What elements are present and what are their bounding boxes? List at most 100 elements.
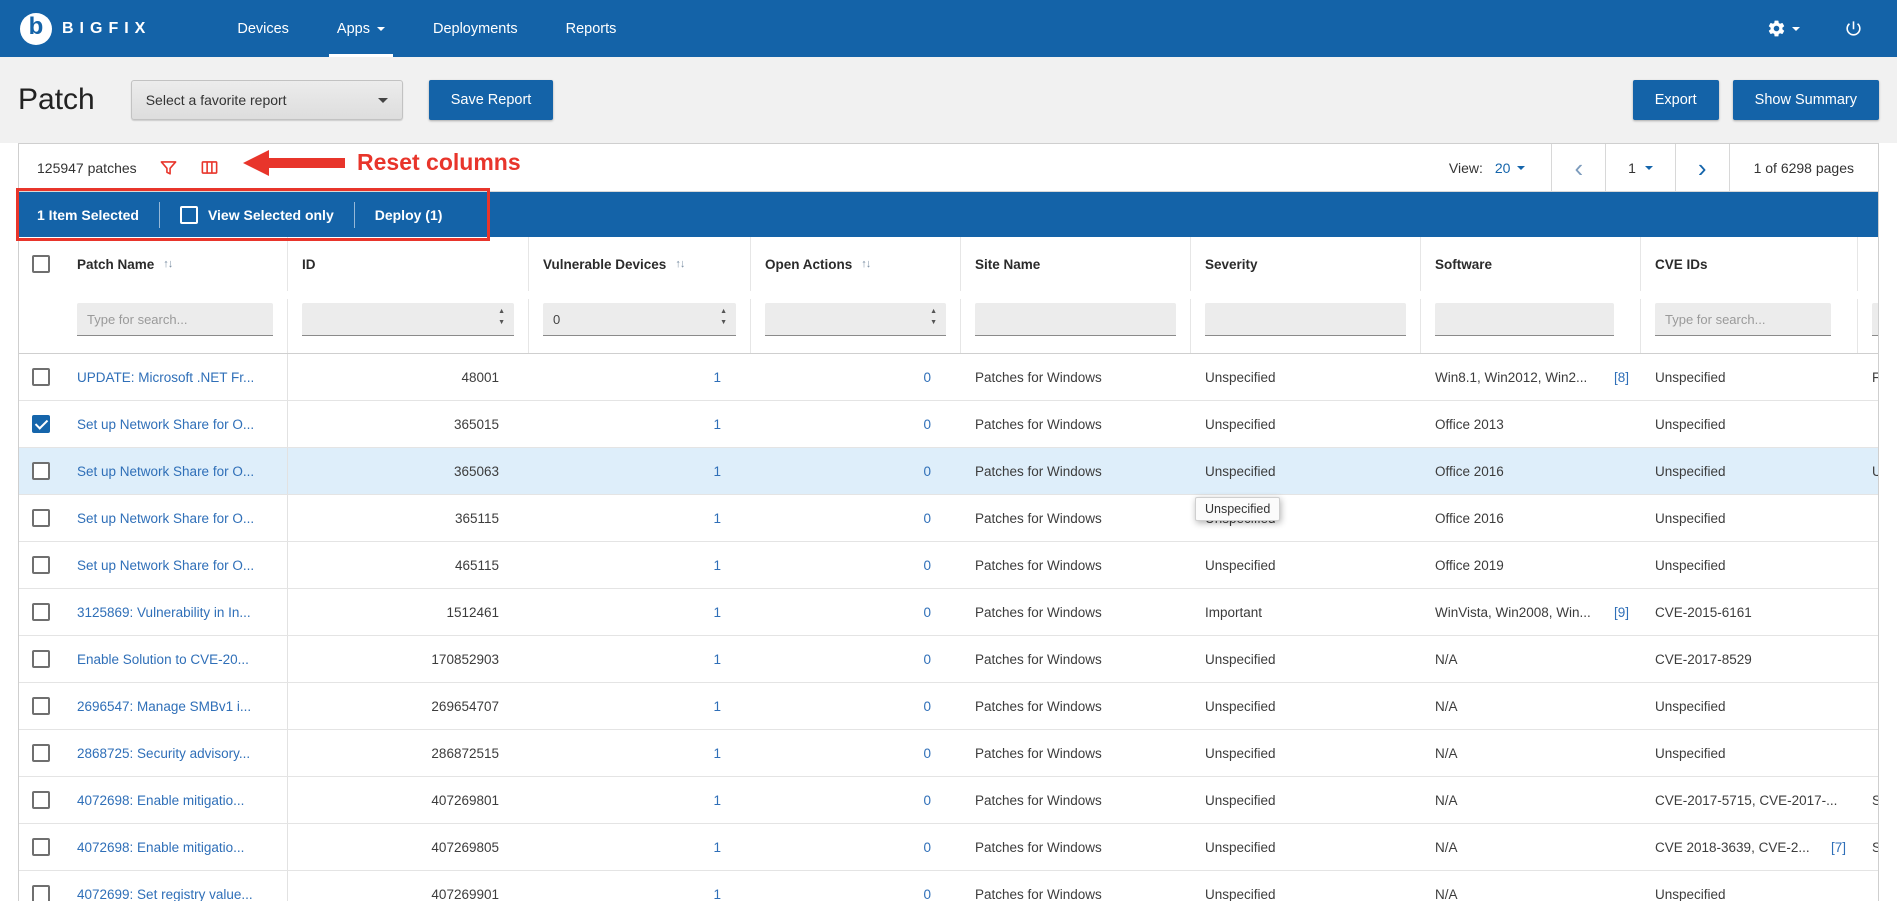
nav-reports[interactable]: Reports	[542, 0, 641, 57]
stepper-down-icon[interactable]: ▼	[498, 319, 505, 326]
table-row[interactable]: 2868725: Security advisory... 286872515 …	[19, 730, 1878, 777]
open-actions-link[interactable]: 0	[751, 793, 931, 808]
row-checkbox[interactable]	[32, 838, 50, 856]
patch-name-filter-input[interactable]	[77, 303, 273, 336]
view-selected-only-toggle[interactable]: View Selected only	[180, 206, 334, 224]
deploy-button[interactable]: Deploy (1)	[375, 207, 443, 223]
row-checkbox[interactable]	[32, 603, 50, 621]
reset-columns-button[interactable]	[200, 158, 219, 177]
open-actions-link[interactable]: 0	[751, 699, 931, 714]
vulnerable-devices-link[interactable]: 1	[529, 558, 721, 573]
row-checkbox[interactable]	[32, 462, 50, 480]
patch-name-link[interactable]: Set up Network Share for O...	[77, 558, 254, 573]
sort-icon[interactable]: ↑↓	[163, 258, 172, 270]
patch-name-link[interactable]: Enable Solution to CVE-20...	[77, 652, 249, 667]
open-actions-link[interactable]: 0	[751, 887, 931, 901]
stepper-down-icon[interactable]: ▼	[930, 319, 937, 326]
clear-filters-button[interactable]	[159, 158, 178, 177]
row-checkbox[interactable]	[32, 368, 50, 386]
settings-menu-button[interactable]	[1767, 19, 1800, 38]
vulnerable-devices-link[interactable]: 1	[529, 370, 721, 385]
nav-devices[interactable]: Devices	[213, 0, 313, 57]
show-summary-button[interactable]: Show Summary	[1733, 80, 1879, 120]
patch-name-link[interactable]: 4072698: Enable mitigatio...	[77, 840, 244, 855]
table-row[interactable]: 4072698: Enable mitigatio... 407269801 1…	[19, 777, 1878, 824]
row-checkbox[interactable]	[32, 415, 50, 433]
patch-name-link[interactable]: Set up Network Share for O...	[77, 417, 254, 432]
severity-filter-input[interactable]	[1205, 303, 1406, 336]
number-stepper[interactable]: ▲ ▼	[720, 308, 727, 326]
stepper-down-icon[interactable]: ▼	[720, 319, 727, 326]
patch-name-link[interactable]: Set up Network Share for O...	[77, 511, 254, 526]
id-filter-input[interactable]	[302, 303, 514, 336]
table-row[interactable]: Enable Solution to CVE-20... 170852903 1…	[19, 636, 1878, 683]
vulnerable-devices-link[interactable]: 1	[529, 840, 721, 855]
open-actions-link[interactable]: 0	[751, 464, 931, 479]
logout-button[interactable]	[1844, 19, 1863, 38]
vulnerable-devices-link[interactable]: 1	[529, 793, 721, 808]
vulnerable-devices-link[interactable]: 1	[529, 746, 721, 761]
partial-filter-input[interactable]	[1872, 303, 1879, 336]
software-more-link[interactable]: [8]	[1614, 370, 1629, 385]
table-row[interactable]: Set up Network Share for O... 365115 1 0…	[19, 495, 1878, 542]
row-checkbox[interactable]	[32, 556, 50, 574]
number-stepper[interactable]: ▲ ▼	[930, 308, 937, 326]
open-actions-link[interactable]: 0	[751, 605, 931, 620]
page-size-select[interactable]: 20	[1495, 160, 1526, 176]
vulnerable-devices-filter-input[interactable]	[543, 303, 736, 336]
open-actions-link[interactable]: 0	[751, 840, 931, 855]
row-checkbox[interactable]	[32, 650, 50, 668]
sort-icon[interactable]: ↑↓	[675, 258, 684, 270]
patch-name-link[interactable]: 3125869: Vulnerability in In...	[77, 605, 251, 620]
cve-ids-filter-input[interactable]	[1655, 303, 1831, 336]
open-actions-link[interactable]: 0	[751, 511, 931, 526]
nav-apps[interactable]: Apps	[313, 0, 409, 57]
open-actions-link[interactable]: 0	[751, 417, 931, 432]
export-button[interactable]: Export	[1633, 80, 1719, 120]
open-actions-link[interactable]: 0	[751, 370, 931, 385]
table-row[interactable]: Set up Network Share for O... 365063 1 0…	[19, 448, 1878, 495]
sort-icon[interactable]: ↑↓	[861, 258, 870, 270]
patch-name-link[interactable]: UPDATE: Microsoft .NET Fr...	[77, 370, 254, 385]
next-page-button[interactable]: ›	[1675, 144, 1729, 191]
stepper-up-icon[interactable]: ▲	[720, 308, 727, 315]
vulnerable-devices-link[interactable]: 1	[529, 511, 721, 526]
vulnerable-devices-link[interactable]: 1	[529, 417, 721, 432]
row-checkbox[interactable]	[32, 509, 50, 527]
open-actions-link[interactable]: 0	[751, 558, 931, 573]
cve-more-link[interactable]: [7]	[1831, 840, 1846, 855]
site-name-filter-input[interactable]	[975, 303, 1176, 336]
patch-name-link[interactable]: 4072699: Set registry value...	[77, 887, 253, 901]
software-more-link[interactable]: [9]	[1614, 605, 1629, 620]
page-number-select[interactable]: 1	[1605, 144, 1675, 191]
stepper-up-icon[interactable]: ▲	[498, 308, 505, 315]
stepper-up-icon[interactable]: ▲	[930, 308, 937, 315]
open-actions-link[interactable]: 0	[751, 746, 931, 761]
patch-name-link[interactable]: 4072698: Enable mitigatio...	[77, 793, 244, 808]
row-checkbox[interactable]	[32, 744, 50, 762]
vulnerable-devices-link[interactable]: 1	[529, 652, 721, 667]
table-row[interactable]: 4072698: Enable mitigatio... 407269805 1…	[19, 824, 1878, 871]
open-actions-link[interactable]: 0	[751, 652, 931, 667]
table-row[interactable]: Set up Network Share for O... 465115 1 0…	[19, 542, 1878, 589]
vulnerable-devices-link[interactable]: 1	[529, 699, 721, 714]
prev-page-button[interactable]: ‹	[1551, 144, 1605, 191]
save-report-button[interactable]: Save Report	[429, 80, 554, 120]
patch-name-link[interactable]: Set up Network Share for O...	[77, 464, 254, 479]
software-filter-input[interactable]	[1435, 303, 1614, 336]
favorite-report-select[interactable]: Select a favorite report	[131, 80, 403, 120]
table-row[interactable]: Set up Network Share for O... 365015 1 0…	[19, 401, 1878, 448]
patch-name-link[interactable]: 2868725: Security advisory...	[77, 746, 250, 761]
view-selected-only-checkbox[interactable]	[180, 206, 198, 224]
nav-deployments[interactable]: Deployments	[409, 0, 542, 57]
row-checkbox[interactable]	[32, 697, 50, 715]
vulnerable-devices-link[interactable]: 1	[529, 605, 721, 620]
number-stepper[interactable]: ▲ ▼	[498, 308, 505, 326]
table-row[interactable]: UPDATE: Microsoft .NET Fr... 48001 1 0 P…	[19, 354, 1878, 401]
row-checkbox[interactable]	[32, 791, 50, 809]
table-row[interactable]: 3125869: Vulnerability in In... 1512461 …	[19, 589, 1878, 636]
select-all-checkbox[interactable]	[32, 255, 50, 273]
table-row[interactable]: 2696547: Manage SMBv1 i... 269654707 1 0…	[19, 683, 1878, 730]
table-row[interactable]: 4072699: Set registry value... 407269901…	[19, 871, 1878, 901]
open-actions-filter-input[interactable]	[765, 303, 946, 336]
